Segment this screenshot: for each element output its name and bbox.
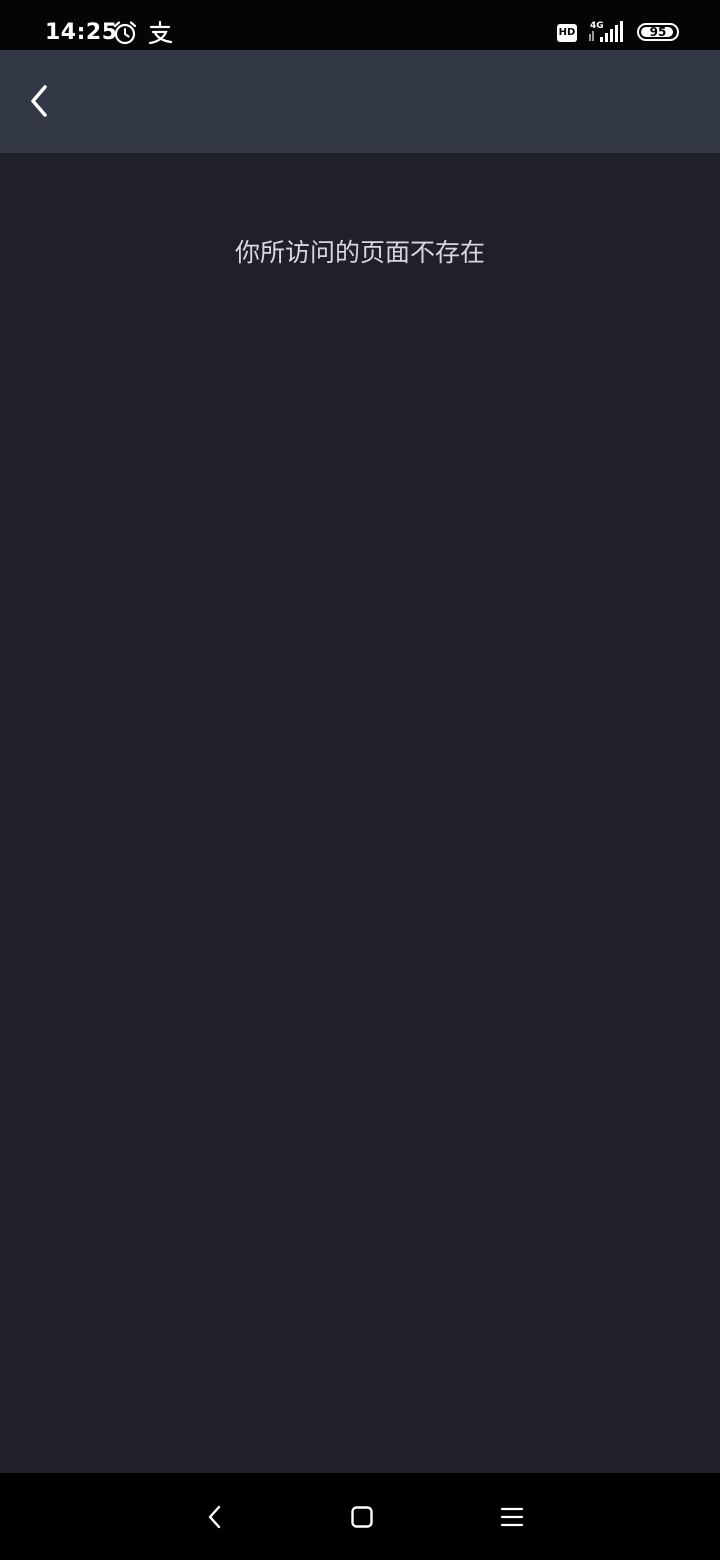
hd-badge: HD (557, 24, 577, 42)
system-nav-bar (0, 1473, 720, 1560)
screen: 14:25 HD 4G 95 你所访问的页面不存在 (0, 0, 720, 1560)
chevron-left-icon (31, 85, 47, 117)
nav-back-icon (208, 1505, 221, 1529)
nav-home-button[interactable] (342, 1497, 382, 1537)
status-bar: 14:25 HD 4G 95 (0, 0, 720, 50)
network-type-label: 4G (590, 21, 604, 31)
back-button[interactable] (16, 76, 64, 126)
alarm-icon (113, 21, 137, 45)
nav-recents-icon (500, 1507, 524, 1527)
nav-recents-button[interactable] (492, 1497, 532, 1537)
page-not-found-message: 你所访问的页面不存在 (234, 238, 485, 267)
app-header (0, 50, 720, 153)
signal-icon: 4G (589, 21, 623, 42)
content-area: 你所访问的页面不存在 (0, 153, 720, 1473)
status-time: 14:25 (45, 20, 118, 45)
battery-level: 95 (649, 25, 667, 39)
alipay-icon (148, 20, 173, 45)
nav-home-icon (351, 1506, 373, 1528)
battery-icon: 95 (637, 23, 679, 41)
nav-back-button[interactable] (195, 1497, 235, 1537)
